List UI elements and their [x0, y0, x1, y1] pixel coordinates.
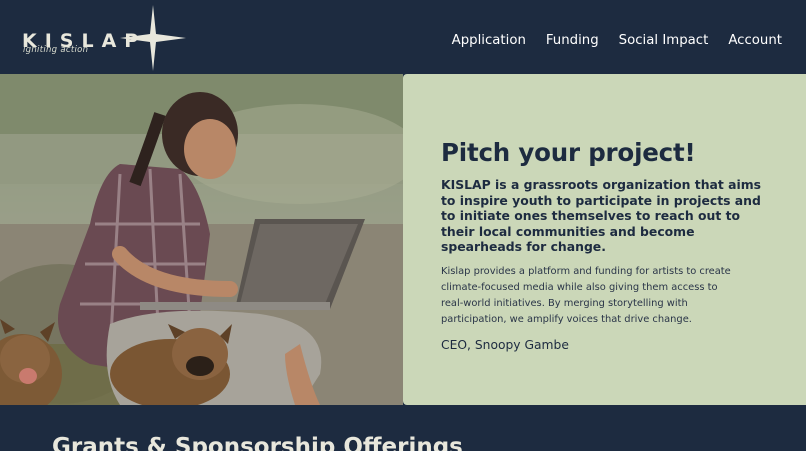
nav-link-application[interactable]: Application	[452, 33, 526, 48]
logo-tagline: igniting action	[23, 45, 89, 55]
site-header: KISLAP igniting action Application Fundi…	[0, 0, 806, 74]
pitch-title: Pitch your project!	[441, 138, 696, 167]
main-nav: Application Funding Social Impact Accoun…	[452, 33, 782, 48]
logo[interactable]: KISLAP igniting action	[22, 5, 202, 71]
hero-photo	[0, 74, 403, 405]
four-point-star-icon	[120, 5, 186, 71]
pitch-signature: CEO, Snoopy Gambe	[441, 338, 569, 353]
nav-link-social-impact[interactable]: Social Impact	[619, 33, 709, 48]
pitch-card: Pitch your project! KISLAP is a grassroo…	[403, 74, 806, 405]
pitch-lead: KISLAP is a grassroots organization that…	[441, 177, 762, 254]
hero-section: Pitch your project! KISLAP is a grassroo…	[0, 74, 806, 405]
pitch-body: Kislap provides a platform and funding f…	[441, 265, 731, 326]
nav-link-account[interactable]: Account	[728, 33, 782, 48]
nav-link-funding[interactable]: Funding	[546, 33, 599, 48]
offerings-heading: Grants & Sponsorship Offerings	[52, 434, 463, 451]
